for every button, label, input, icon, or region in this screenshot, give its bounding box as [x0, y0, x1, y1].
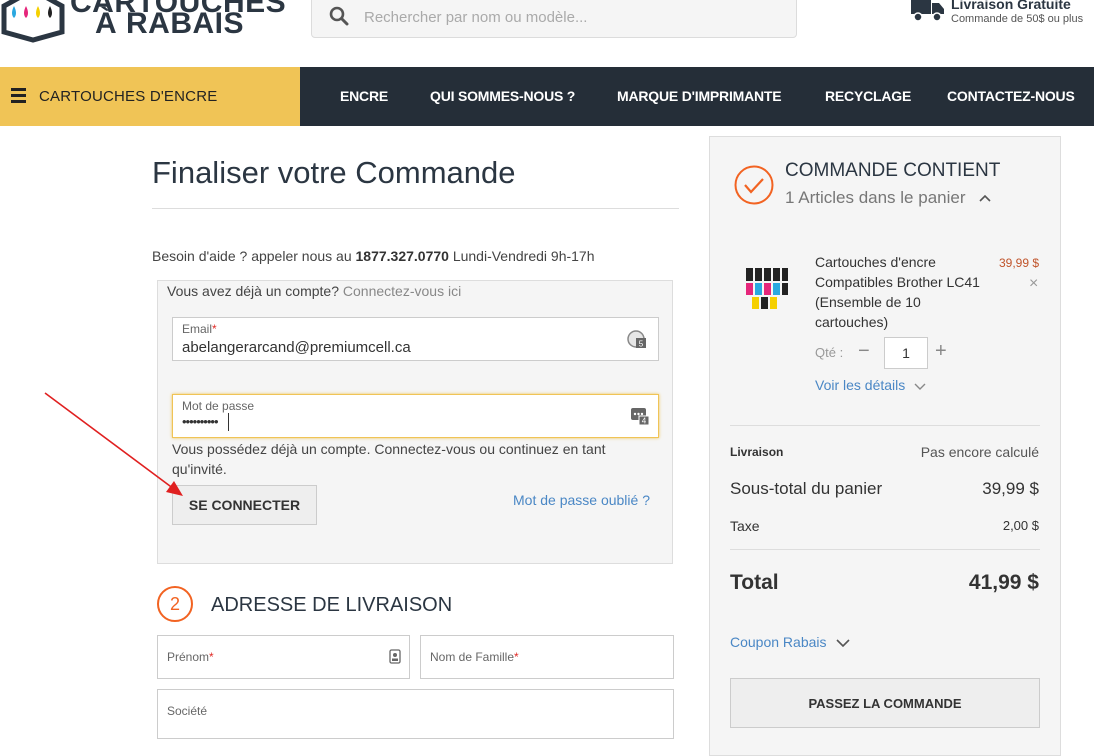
login-question: Vous avez déjà un compte? Connectez-vous…	[167, 283, 462, 299]
check-circle-icon	[734, 165, 774, 205]
total-value: 41,99 $	[968, 571, 1039, 594]
firstname-label: Prénom*	[167, 650, 214, 664]
chevron-up-icon[interactable]	[978, 193, 992, 203]
search-input[interactable]	[362, 3, 786, 31]
free-shipping-subtitle: Commande de 50$ ou plus	[951, 13, 1084, 25]
view-details-toggle[interactable]: Voir les détails	[815, 377, 926, 393]
email-label: Email*	[182, 322, 217, 336]
summary-divider	[730, 549, 1040, 550]
summary-divider	[730, 425, 1040, 426]
login-hint: Vous possédez déjà un compte. Connectez-…	[172, 441, 606, 477]
company-label: Société	[167, 704, 208, 718]
remove-item-icon[interactable]: ×	[1029, 276, 1038, 292]
subtotal-value: 39,99 $	[982, 479, 1039, 498]
svg-text:4: 4	[642, 417, 647, 426]
nav-link-qui-sommes-nous[interactable]: QUI SOMMES-NOUS ?	[430, 88, 575, 104]
search-icon[interactable]	[329, 6, 349, 26]
email-value[interactable]: abelangerarcand@premiumcell.ca	[182, 339, 411, 356]
place-order-button[interactable]: PASSEZ LA COMMANDE	[730, 678, 1040, 728]
total-label: Total	[730, 571, 779, 594]
shipping-address-heading: ADRESSE DE LIVRAISON	[211, 594, 453, 616]
free-shipping-title: Livraison Gratuite	[951, 0, 1071, 12]
quantity-decrease-button[interactable]: −	[858, 340, 870, 363]
help-text: Besoin d'aide ? appeler nous au 1877.327…	[152, 248, 595, 264]
lastname-label: Nom de Famille*	[430, 650, 519, 664]
quantity-increase-button[interactable]: +	[935, 340, 947, 363]
forgot-password-link[interactable]: Mot de passe oublié ?	[513, 492, 650, 508]
hamburger-icon[interactable]	[11, 88, 26, 106]
nav-link-contactez-nous[interactable]: CONTACTEZ-NOUS	[947, 88, 1075, 104]
cart-count-toggle[interactable]: 1 Articles dans le panier	[785, 188, 992, 208]
nav-link-recyclage[interactable]: RECYCLAGE	[825, 88, 911, 104]
logo-text-line2: À RABAIS	[95, 7, 245, 40]
contact-card-icon[interactable]	[389, 649, 401, 664]
title-divider	[152, 208, 679, 209]
password-manager-icon[interactable]: 4	[630, 406, 650, 426]
nav-link-marque-imprimante[interactable]: MARQUE D'IMPRIMANTE	[617, 88, 782, 104]
autofill-card-icon[interactable]: 5	[627, 329, 647, 349]
product-name[interactable]: Cartouches d'encre Compatibles Brother L…	[815, 252, 985, 332]
step-number-badge: 2	[157, 586, 193, 622]
password-label: Mot de passe	[182, 399, 255, 413]
help-phone[interactable]: 1877.327.0770	[356, 248, 449, 264]
search-bar	[311, 0, 797, 38]
subtotal-label: Sous-total du panier	[730, 479, 883, 498]
truck-icon	[911, 0, 944, 22]
page-title: Finaliser votre Commande	[152, 155, 516, 190]
company-field[interactable]	[157, 689, 674, 739]
logo-icon[interactable]	[0, 0, 66, 44]
product-thumbnail[interactable]	[744, 266, 790, 312]
password-value[interactable]: ••••••••••	[182, 414, 219, 429]
login-here-link[interactable]: Connectez-vous ici	[343, 283, 461, 299]
shipping-value: Pas encore calculé	[920, 444, 1039, 460]
category-menu-label[interactable]: CARTOUCHES D'ENCRE	[39, 88, 217, 105]
nav-link-encre[interactable]: ENCRE	[340, 88, 388, 104]
product-price: 39,99 $	[999, 256, 1040, 270]
login-button[interactable]: SE CONNECTER	[172, 485, 317, 525]
svg-text:5: 5	[639, 340, 644, 349]
chevron-down-icon[interactable]	[914, 382, 926, 390]
quantity-label: Qté :	[815, 345, 844, 360]
shipping-label: Livraison	[730, 445, 784, 459]
chevron-down-icon[interactable]	[836, 638, 850, 648]
tax-label: Taxe	[730, 518, 760, 534]
text-cursor	[228, 413, 229, 431]
tax-value: 2,00 $	[1002, 518, 1039, 533]
summary-title: COMMANDE CONTIENT	[785, 160, 1001, 181]
coupon-toggle[interactable]: Coupon Rabais	[730, 634, 850, 650]
quantity-input[interactable]	[884, 337, 928, 369]
